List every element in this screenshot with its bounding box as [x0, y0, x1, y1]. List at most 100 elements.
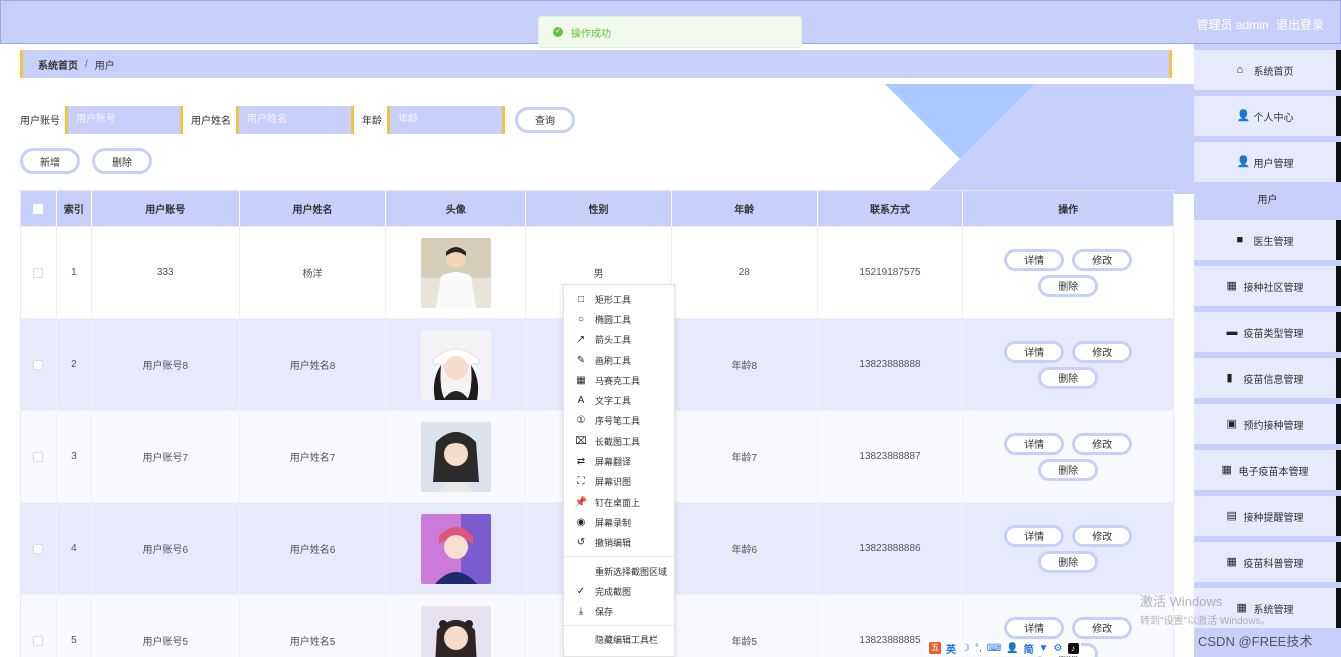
row-delete-button[interactable]: 删除 — [1038, 550, 1099, 573]
row-delete-button[interactable]: 删除 — [1038, 274, 1099, 297]
ime-mode[interactable]: 简 — [1024, 641, 1034, 656]
sidebar-item-label: 系统首页 — [1253, 66, 1294, 78]
query-button[interactable]: 查询 — [515, 106, 575, 133]
cell-name: 用户姓名7 — [240, 411, 387, 502]
context-menu-label: 箭头工具 — [595, 335, 632, 346]
context-menu-icon: ⛶ — [577, 476, 585, 488]
context-menu-item[interactable]: ↗ 箭头工具 — [564, 330, 674, 350]
avatar-image — [420, 237, 491, 308]
row-delete-button[interactable]: 删除 — [1038, 458, 1099, 481]
gear-icon[interactable]: ⚙ — [1054, 643, 1063, 654]
row-checkbox[interactable] — [33, 543, 44, 554]
batch-delete-button[interactable]: 删除 — [92, 148, 152, 174]
user-icon[interactable]: 👤 — [1006, 643, 1018, 654]
context-menu-icon: ✎ — [576, 354, 586, 366]
context-menu-icon: □ — [577, 293, 585, 305]
row-delete-button[interactable]: 删除 — [1038, 366, 1099, 389]
ime-logo-icon[interactable]: 五 — [929, 642, 941, 654]
sidebar-item[interactable]: 👤 个人中心 — [1194, 96, 1341, 136]
context-menu-item[interactable]: 📌 钉在桌面上 — [564, 492, 674, 512]
keyboard-icon[interactable]: ⌨ — [987, 643, 1001, 654]
sidebar-item[interactable]: ⌂ 系统首页 — [1194, 50, 1341, 90]
success-toast: ✓ 操作成功 — [538, 16, 802, 48]
edit-button[interactable]: 修改 — [1072, 432, 1133, 455]
cell-age: 年龄7 — [672, 411, 818, 502]
cell-avatar — [386, 595, 527, 657]
context-menu-item[interactable]: ◉ 屏幕录制 — [564, 512, 674, 532]
context-menu-icon: ⌧ — [575, 435, 587, 447]
cell-name: 杨洋 — [240, 227, 387, 318]
cell-phone: 13823888888 — [818, 319, 964, 410]
context-menu-item[interactable]: ↺ 撤销编辑 — [564, 533, 674, 553]
sidebar-item[interactable]: ▮ 疫苗信息管理 — [1194, 358, 1341, 398]
punct-icon[interactable]: °, — [975, 643, 982, 654]
detail-button[interactable]: 详情 — [1004, 340, 1065, 363]
row-checkbox[interactable] — [33, 635, 44, 646]
sidebar-submenu-user[interactable]: 用户 — [1194, 182, 1341, 214]
sidebar-item[interactable]: ▦ 电子疫苗本管理 — [1194, 450, 1341, 490]
context-menu-item[interactable]: ○ 椭圆工具 — [564, 309, 674, 329]
context-menu-item[interactable]: □ 矩形工具 — [564, 289, 674, 309]
sidebar-item[interactable]: ▦ 疫苗科普管理 — [1194, 542, 1341, 582]
sidebar-item[interactable]: ▬ 疫苗类型管理 — [1194, 312, 1341, 352]
context-menu-item[interactable]: ⛶ 屏幕识图 — [564, 472, 674, 492]
add-button[interactable]: 新增 — [20, 148, 80, 174]
edit-button[interactable]: 修改 — [1072, 248, 1133, 271]
context-menu-label: 屏幕录制 — [595, 517, 632, 528]
context-menu-item[interactable]: 重新选择截图区域 — [564, 561, 674, 581]
detail-button[interactable]: 详情 — [1004, 432, 1065, 455]
sidebar-item-label: 个人中心 — [1253, 112, 1294, 124]
context-menu-item[interactable]: ⤓ 保存 — [564, 601, 674, 621]
monitor-icon: ▬ — [1226, 325, 1238, 338]
sidebar-item[interactable]: ■ 医生管理 — [1194, 220, 1341, 260]
row-checkbox[interactable] — [33, 359, 44, 370]
logout-link[interactable]: 退出登录 — [1276, 18, 1324, 32]
sidebar-item[interactable]: ▣ 预约接种管理 — [1194, 404, 1341, 444]
context-menu-item[interactable]: ✎ 画刷工具 — [564, 350, 674, 370]
detail-button[interactable]: 详情 — [1004, 616, 1065, 639]
breadcrumb-separator: / — [85, 58, 88, 70]
user-manage-icon: 👤 — [1236, 155, 1251, 168]
cell-avatar — [386, 411, 527, 502]
ime-lang[interactable]: 英 — [946, 641, 956, 656]
edit-button[interactable]: 修改 — [1072, 616, 1133, 639]
detail-button[interactable]: 详情 — [1004, 524, 1065, 547]
context-menu-item[interactable]: ▦ 马赛克工具 — [564, 370, 674, 390]
grid-icon: ▦ — [1226, 279, 1237, 292]
detail-button[interactable]: 详情 — [1004, 248, 1065, 271]
breadcrumb-home[interactable]: 系统首页 — [38, 57, 78, 72]
windows-activation-watermark: 激活 Windows 转到"设置"以激活 Windows。 — [1140, 591, 1270, 627]
context-menu-item[interactable]: ✓ 完成截图 — [564, 581, 674, 601]
sidebar-item[interactable]: ▦ 接种社区管理 — [1194, 266, 1341, 306]
user-area: 管理员 admin 退出登录 — [1193, 16, 1324, 33]
age-search-input[interactable] — [387, 105, 505, 134]
edit-button[interactable]: 修改 — [1072, 524, 1133, 547]
context-menu-item[interactable]: ⇄ 屏幕翻译 — [564, 451, 674, 471]
name-search-input[interactable] — [236, 105, 354, 134]
sidebar-item-label: 接种提醒管理 — [1243, 512, 1304, 524]
row-checkbox[interactable] — [33, 267, 44, 278]
tiktok-icon[interactable]: ♪ — [1067, 642, 1079, 654]
shirt-icon[interactable]: ▼ — [1039, 643, 1049, 654]
context-menu-label: 完成截图 — [595, 586, 632, 597]
context-menu-item[interactable]: ⌧ 长截图工具 — [564, 431, 674, 451]
context-menu-item[interactable]: ① 序号笔工具 — [564, 411, 674, 431]
context-menu-icon: ◉ — [576, 516, 586, 528]
sidebar-item[interactable]: ▤ 接种提醒管理 — [1194, 496, 1341, 536]
sidebar-item[interactable]: 👤 用户管理 — [1194, 142, 1341, 182]
account-search-input[interactable] — [65, 105, 183, 134]
moon-icon[interactable]: ☽ — [961, 643, 970, 654]
cell-phone: 13823888887 — [818, 411, 964, 502]
row-select-cell — [21, 227, 57, 318]
context-menu-item[interactable]: A 文字工具 — [564, 390, 674, 410]
row-checkbox[interactable] — [33, 451, 44, 462]
select-all-checkbox[interactable] — [33, 203, 44, 214]
context-menu-label: 隐藏编辑工具栏 — [595, 635, 659, 646]
age-search-label: 年龄 — [362, 116, 382, 127]
row-select-cell — [21, 319, 57, 410]
cell-index: 5 — [57, 595, 92, 657]
edit-button[interactable]: 修改 — [1072, 340, 1133, 363]
cell-avatar — [386, 503, 527, 594]
context-menu-item[interactable]: 隐藏编辑工具栏 — [564, 630, 674, 650]
cell-operations: 详情修改删除 — [963, 319, 1173, 410]
